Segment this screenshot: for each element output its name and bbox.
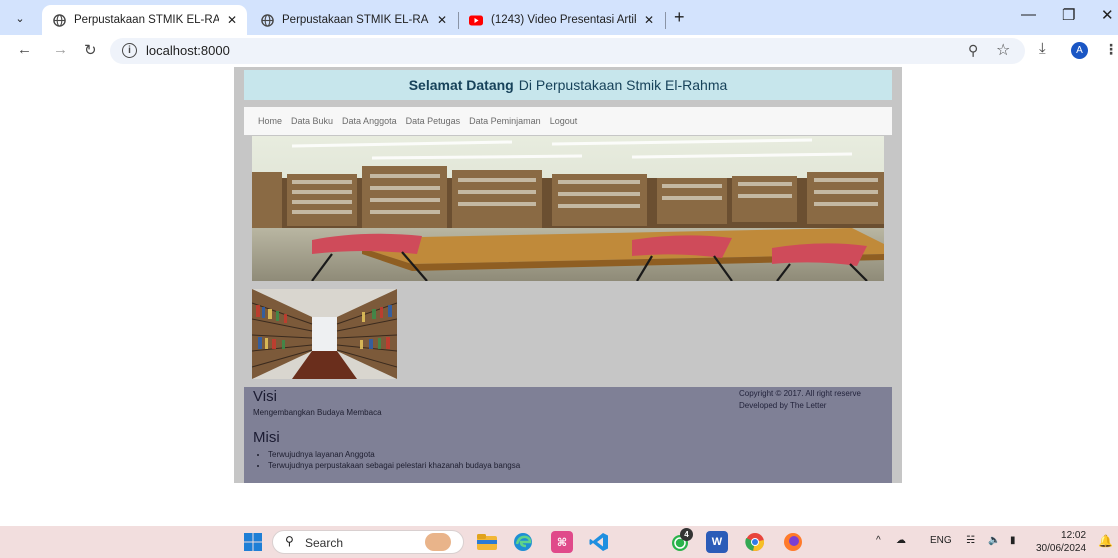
browser-tab-bar: ⌄ Perpustakaan STMIK EL-RAHMA ✕ Perpusta… bbox=[0, 0, 1118, 35]
more-menu-icon[interactable]: ⋮ bbox=[1104, 41, 1118, 58]
welcome-rest: Di Perpustakaan Stmik El-Rahma bbox=[518, 77, 728, 93]
tab-3[interactable]: (1243) Video Presentasi Artikel ✕ bbox=[459, 5, 664, 35]
copyright-text: Copyright © 2017. All right reserve bbox=[739, 389, 861, 398]
tab-3-title: (1243) Video Presentasi Artikel bbox=[491, 14, 636, 26]
minimize-icon[interactable]: — bbox=[1021, 6, 1036, 23]
battery-icon[interactable]: ▮ bbox=[1010, 535, 1016, 546]
visi-title: Visi bbox=[253, 388, 277, 405]
windows-start-icon[interactable] bbox=[242, 531, 264, 553]
site-info-icon[interactable]: i bbox=[122, 43, 137, 58]
wifi-icon[interactable]: ☵ bbox=[966, 535, 975, 546]
back-icon[interactable]: ← bbox=[17, 41, 32, 58]
nav-logout[interactable]: Logout bbox=[550, 116, 578, 126]
search-icon: ⚲ bbox=[285, 534, 294, 548]
page-footer: Visi Mengembangkan Budaya Membaca Misi T… bbox=[244, 387, 892, 483]
tab-1-title: Perpustakaan STMIK EL-RAHMA bbox=[74, 14, 219, 26]
nav-data-anggota[interactable]: Data Anggota bbox=[342, 116, 397, 126]
nav-data-buku[interactable]: Data Buku bbox=[291, 116, 333, 126]
tab-1[interactable]: Perpustakaan STMIK EL-RAHMA ✕ bbox=[42, 5, 247, 35]
tab-2-close-icon[interactable]: ✕ bbox=[437, 13, 447, 27]
edge-icon[interactable] bbox=[512, 531, 534, 553]
tab-search-chevron-icon[interactable]: ⌄ bbox=[10, 8, 30, 28]
misi-item: Terwujudnya perpustakaan sebagai pelesta… bbox=[268, 461, 520, 470]
welcome-bold: Selamat Datang bbox=[408, 77, 514, 93]
tab-3-close-icon[interactable]: ✕ bbox=[644, 13, 654, 27]
taskbar-search[interactable]: ⚲ Search bbox=[272, 530, 464, 554]
firefox-icon[interactable] bbox=[782, 531, 804, 553]
developed-by-text: Developed by The Letter bbox=[739, 401, 827, 410]
close-window-icon[interactable]: ✕ bbox=[1101, 6, 1114, 24]
profile-avatar[interactable]: A bbox=[1071, 42, 1088, 59]
page-container: Selamat Datang Di Perpustakaan Stmik El-… bbox=[234, 67, 902, 483]
misi-item: Terwujudnya layanan Anggota bbox=[268, 450, 520, 459]
tab-2-title: Perpustakaan STMIK EL-RAHMA bbox=[282, 14, 429, 26]
reload-icon[interactable]: ↻ bbox=[84, 41, 97, 59]
clock-time: 12:02 bbox=[1061, 530, 1087, 541]
tab-2[interactable]: Perpustakaan STMIK EL-RAHMA ✕ bbox=[250, 5, 457, 35]
language-indicator[interactable]: ENG bbox=[930, 535, 952, 546]
nav-home[interactable]: Home bbox=[258, 116, 282, 126]
youtube-icon bbox=[469, 13, 483, 27]
volume-icon[interactable]: 🔈 bbox=[988, 535, 1000, 546]
browser-toolbar: ← → ↻ i localhost:8000 ⚲ ☆ ⤓ A ⋮ bbox=[0, 35, 1118, 67]
whatsapp-badge: 4 bbox=[680, 528, 693, 541]
download-icon[interactable]: ⤓ bbox=[1039, 40, 1046, 57]
address-url[interactable]: localhost:8000 bbox=[146, 43, 230, 58]
tab-separator bbox=[665, 12, 666, 29]
visi-text: Mengembangkan Budaya Membaca bbox=[253, 408, 382, 417]
bookmark-star-icon[interactable]: ☆ bbox=[996, 40, 1010, 60]
nav-data-peminjaman[interactable]: Data Peminjaman bbox=[469, 116, 541, 126]
copyright-block: Copyright © 2017. All right reserve Deve… bbox=[739, 388, 861, 412]
whatsapp-icon[interactable]: 4 bbox=[669, 528, 693, 553]
file-explorer-icon[interactable] bbox=[476, 531, 498, 553]
tray-expand-icon[interactable]: ^ bbox=[876, 535, 881, 546]
zoom-icon[interactable]: ⚲ bbox=[968, 42, 978, 59]
misi-list: Terwujudnya layanan Anggota Terwujudnya … bbox=[268, 450, 520, 472]
word-icon[interactable]: W bbox=[706, 531, 728, 553]
vscode-icon[interactable] bbox=[588, 531, 610, 553]
address-bar[interactable]: i localhost:8000 ⚲ ☆ bbox=[110, 38, 1025, 64]
nav-data-petugas[interactable]: Data Petugas bbox=[406, 116, 461, 126]
library-banner-image bbox=[252, 136, 884, 281]
notification-bell-icon[interactable]: 🔔 bbox=[1098, 534, 1113, 548]
forward-icon[interactable]: → bbox=[53, 41, 68, 58]
globe-icon bbox=[260, 13, 274, 27]
clock-date: 30/06/2024 bbox=[1036, 543, 1087, 554]
restore-icon[interactable]: ❐ bbox=[1062, 6, 1075, 24]
taskbar-search-label: Search bbox=[305, 536, 344, 550]
main-nav: Home Data Buku Data Anggota Data Petugas… bbox=[244, 107, 892, 135]
misi-title: Misi bbox=[253, 429, 280, 446]
welcome-header: Selamat Datang Di Perpustakaan Stmik El-… bbox=[244, 70, 892, 100]
snipping-tool-icon[interactable]: ⌘ bbox=[551, 531, 573, 553]
taskbar: ⚲ Search ⌘ 4 W ^ ☁ ENG ☵ 🔈 ▮ 12:02 30/06… bbox=[0, 526, 1118, 558]
bookshelf-thumbnail-image bbox=[252, 289, 397, 379]
new-tab-button[interactable]: + bbox=[674, 8, 685, 26]
onedrive-icon[interactable]: ☁ bbox=[896, 535, 906, 546]
system-clock[interactable]: 12:02 30/06/2024 bbox=[1036, 529, 1086, 555]
tab-1-close-icon[interactable]: ✕ bbox=[227, 13, 237, 27]
search-highlight-icon bbox=[425, 533, 451, 551]
chrome-icon[interactable] bbox=[744, 531, 766, 553]
globe-icon bbox=[52, 13, 66, 27]
